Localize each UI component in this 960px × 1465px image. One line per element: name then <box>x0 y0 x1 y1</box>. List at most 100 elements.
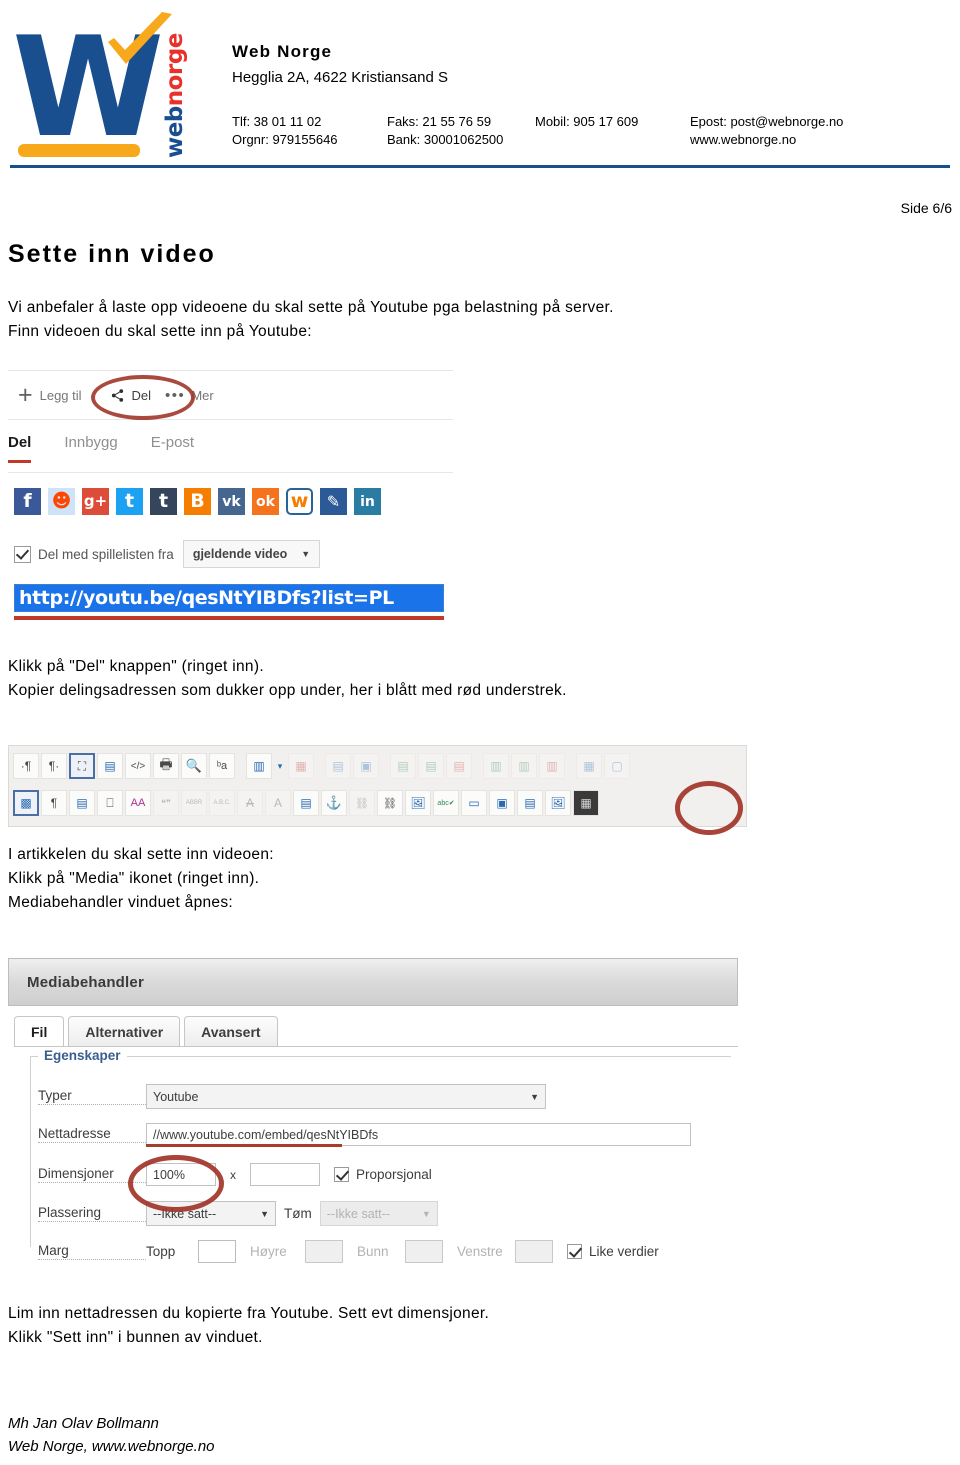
document-signature: Mh Jan Olav Bollmann Web Norge, www.webn… <box>8 1415 215 1455</box>
tab-avansert[interactable]: Avansert <box>184 1016 278 1046</box>
field-row-marg: Marg Topp Høyre Bunn Venstre Like verdie… <box>38 1240 659 1263</box>
youtube-action-toolbar: + Legg til Del ••• Mer <box>8 370 453 420</box>
row-properties-icon: ▤ <box>325 753 351 779</box>
facebook-icon[interactable]: f <box>14 488 41 515</box>
font-style-icon[interactable]: AA <box>125 790 151 816</box>
reddit-icon[interactable]: ☻ <box>48 488 75 515</box>
plus-icon: + <box>18 381 33 409</box>
show-blocks-icon[interactable]: ▩ <box>13 790 39 816</box>
playlist-select-value: gjeldende video <box>192 547 288 561</box>
field-row-dimensjoner: Dimensjoner 100% x Proporsjonal <box>38 1163 432 1186</box>
html-code-icon[interactable]: </> <box>125 753 151 779</box>
share-instructions-paragraph: Klikk på "Del" knappen" (ringet inn). Ko… <box>8 658 567 699</box>
intro-paragraph: Vi anbefaler å laste opp videoene du ska… <box>8 299 614 340</box>
tab-del[interactable]: Del <box>8 434 32 463</box>
page-break-icon[interactable]: ⎕ <box>97 790 123 816</box>
logo-web-text: web <box>162 106 188 158</box>
anchor-icon[interactable]: ⚓ <box>321 790 347 816</box>
tab-fil[interactable]: Fil <box>14 1016 65 1046</box>
header-divider <box>10 165 950 168</box>
blogger-icon[interactable]: B <box>184 488 211 515</box>
spellcheck-icon[interactable]: abc✔ <box>433 790 459 816</box>
like-verdier-checkbox[interactable] <box>567 1244 582 1259</box>
add-to-button[interactable]: Legg til <box>40 388 82 403</box>
paragraph-icon[interactable]: ¶ <box>41 790 67 816</box>
edit-source-icon[interactable]: ▤ <box>97 753 123 779</box>
typer-value: Youtube <box>153 1089 199 1104</box>
pilcrow-rtl-icon[interactable]: ¶· <box>41 753 67 779</box>
company-address: Hegglia 2A, 4622 Kristiansand S <box>232 69 448 86</box>
proporsjonal-checkbox[interactable] <box>334 1167 349 1182</box>
playlist-select[interactable]: gjeldende video ▼ <box>182 540 321 568</box>
dialog-tabs: Fil Alternativer Avansert <box>14 1013 282 1046</box>
delete-row-icon: ▤ <box>446 753 472 779</box>
dimension-x-label: x <box>230 1167 236 1182</box>
link-icon[interactable]: ⛓ <box>377 790 403 816</box>
chevron-down-icon: ▼ <box>260 1208 269 1219</box>
insert-col-after-icon: ▥ <box>511 753 537 779</box>
share-button[interactable]: Del <box>90 374 195 420</box>
nettadresse-label: Nettadresse <box>38 1126 146 1143</box>
share-annotation-circle <box>90 374 195 420</box>
google-plus-icon[interactable]: g+ <box>82 488 109 515</box>
field-row-nettadresse: Nettadresse //www.youtube.com/embed/qesN… <box>38 1123 691 1146</box>
plassering-label: Plassering <box>38 1205 146 1222</box>
tab-epost[interactable]: E-post <box>151 434 194 460</box>
template-dropdown-icon[interactable]: ▾ <box>274 753 286 779</box>
editor-toolbar-row-2: ▩ ¶ ▤ ⎕ AA ❝❞ ABBR A.B.C. A A ▤ ⚓ ⛓ ⛓ 🖼 … <box>13 786 601 820</box>
tumblr-icon[interactable]: t <box>150 488 177 515</box>
image-manager-icon[interactable]: 🖼 <box>545 790 571 816</box>
dialog-titlebar: Mediabehandler <box>8 958 738 1006</box>
more-label: Mer <box>191 387 214 403</box>
replace-icon[interactable]: ᵇa <box>209 753 235 779</box>
letterhead: W webnorge Web Norge Hegglia 2A, 4622 Kr… <box>0 0 960 180</box>
playlist-checkbox[interactable] <box>14 545 31 563</box>
editor-toolbar-row-1: ·¶ ¶· ⛶ ▤ </> 🖶 🔍 ᵇa ▥ ▾ ▦ ▤ ▣ ▤ ▤ ▤ ▥ ▥… <box>13 749 632 783</box>
pencil-icon[interactable]: ✎ <box>320 488 347 515</box>
vk-icon[interactable]: vk <box>218 488 245 515</box>
blockquote-icon: ❝❞ <box>153 790 179 816</box>
delete-table-icon[interactable]: ▦ <box>288 753 314 779</box>
weibo-icon[interactable]: w <box>286 488 313 515</box>
fullscreen-icon[interactable]: ⛶ <box>69 753 95 779</box>
logo-norge-text: norge <box>162 33 188 107</box>
underline-icon: A <box>265 790 291 816</box>
social-share-icons: f ☻ g+ t t B vk ok w ✎ in <box>14 488 388 515</box>
logo-vertical-text: webnorge <box>160 30 188 160</box>
insert-row-before-icon: ▤ <box>390 753 416 779</box>
marg-topp-input[interactable] <box>198 1240 236 1263</box>
contact-row-1: Tlf: 38 01 11 02 Faks: 21 55 76 59 Mobil… <box>232 113 930 131</box>
marg-topp-label: Topp <box>146 1244 176 1259</box>
attachment-icon[interactable]: ▤ <box>517 790 543 816</box>
playlist-share-row: Del med spillelisten fra gjeldende video… <box>14 540 321 568</box>
notes-icon[interactable]: ▤ <box>293 790 319 816</box>
tab-alternativer[interactable]: Alternativer <box>68 1016 181 1046</box>
odnoklassniki-icon[interactable]: ok <box>252 488 279 515</box>
tom-value: --Ikke satt-- <box>326 1206 390 1221</box>
page-number: Side 6/6 <box>900 200 952 216</box>
insert-image-icon[interactable]: 🖼 <box>405 790 431 816</box>
pilcrow-ltr-icon[interactable]: ·¶ <box>13 753 39 779</box>
final-instructions-paragraph: Lim inn nettadressen du kopierte fra You… <box>8 1305 490 1346</box>
chevron-down-icon: ▼ <box>530 1091 539 1102</box>
proporsjonal-label: Proporsjonal <box>356 1167 432 1182</box>
insert-layer-icon[interactable]: ▭ <box>461 790 487 816</box>
chevron-down-icon: ▼ <box>421 1208 431 1219</box>
media-icon[interactable]: ▦ <box>573 790 599 816</box>
add-to-label: Legg til <box>39 387 82 403</box>
twitter-icon[interactable]: t <box>116 488 143 515</box>
print-icon[interactable]: 🖶 <box>153 753 179 779</box>
nettadresse-input[interactable]: //www.youtube.com/embed/qesNtYIBDfs <box>146 1123 691 1146</box>
contact-website: www.webnorge.no <box>690 132 797 147</box>
linkedin-icon[interactable]: in <box>354 488 381 515</box>
typer-select[interactable]: Youtube ▼ <box>146 1084 546 1109</box>
mediabehandler-dialog-screenshot: Mediabehandler Fil Alternativer Avansert… <box>8 958 738 1278</box>
search-icon[interactable]: 🔍 <box>181 753 207 779</box>
dimension-height-input[interactable] <box>250 1163 320 1186</box>
template-icon[interactable]: ▥ <box>246 753 272 779</box>
page-properties-icon[interactable]: ▤ <box>69 790 95 816</box>
share-url-field[interactable]: http://youtu.be/qesNtYIBDfs?list=PL <box>14 584 444 612</box>
layout-icon[interactable]: ▣ <box>489 790 515 816</box>
like-verdier-label: Like verdier <box>589 1244 659 1259</box>
tab-innbygg[interactable]: Innbygg <box>64 434 117 460</box>
